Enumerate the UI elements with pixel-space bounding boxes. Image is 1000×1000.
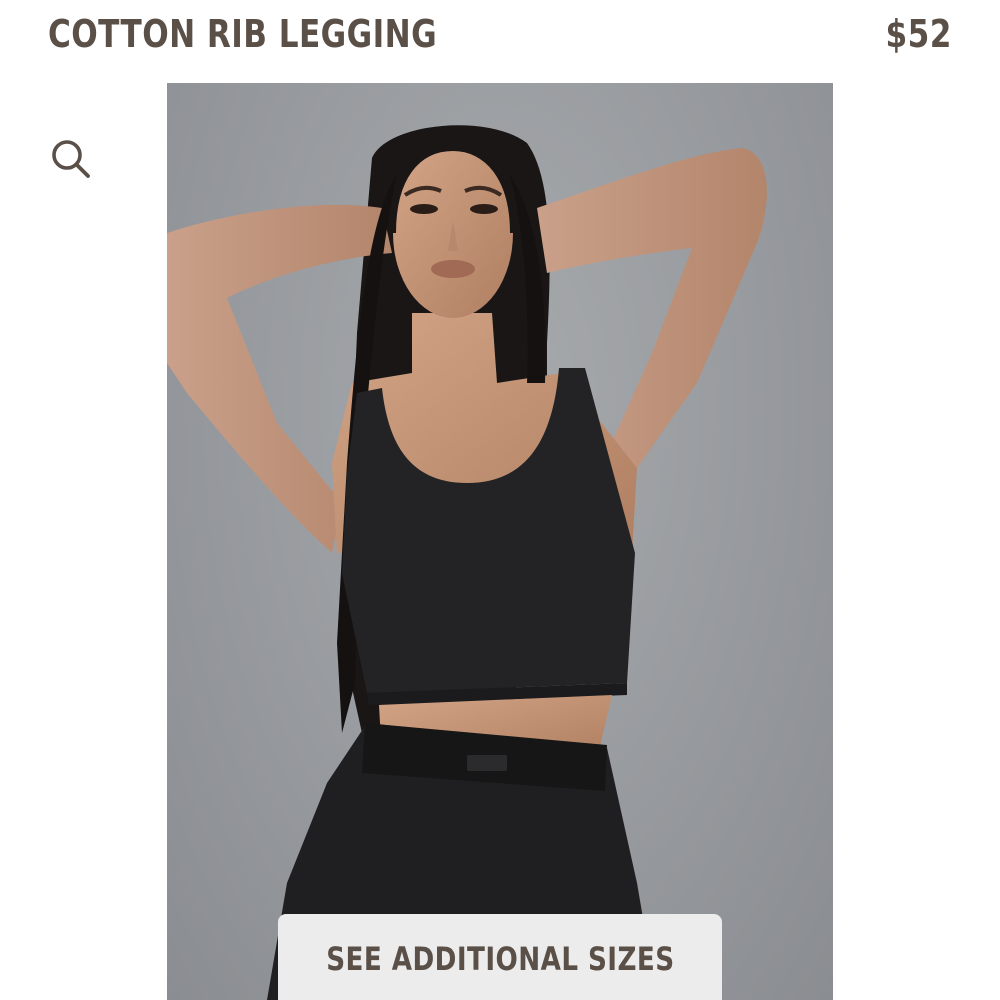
model-photo: [167, 125, 767, 1000]
product-header: COTTON RIB LEGGING $52: [48, 6, 952, 62]
see-additional-sizes-label: SEE ADDITIONAL SIZES: [325, 940, 675, 978]
product-image[interactable]: [167, 83, 833, 1000]
product-page: COTTON RIB LEGGING $52 SEE ADDITIONAL SI…: [0, 0, 1000, 1000]
product-price: $52: [885, 12, 952, 56]
search-button[interactable]: [46, 134, 96, 184]
search-icon: [52, 140, 90, 178]
product-title: COTTON RIB LEGGING: [48, 12, 438, 56]
see-additional-sizes-button[interactable]: SEE ADDITIONAL SIZES: [278, 914, 722, 1000]
